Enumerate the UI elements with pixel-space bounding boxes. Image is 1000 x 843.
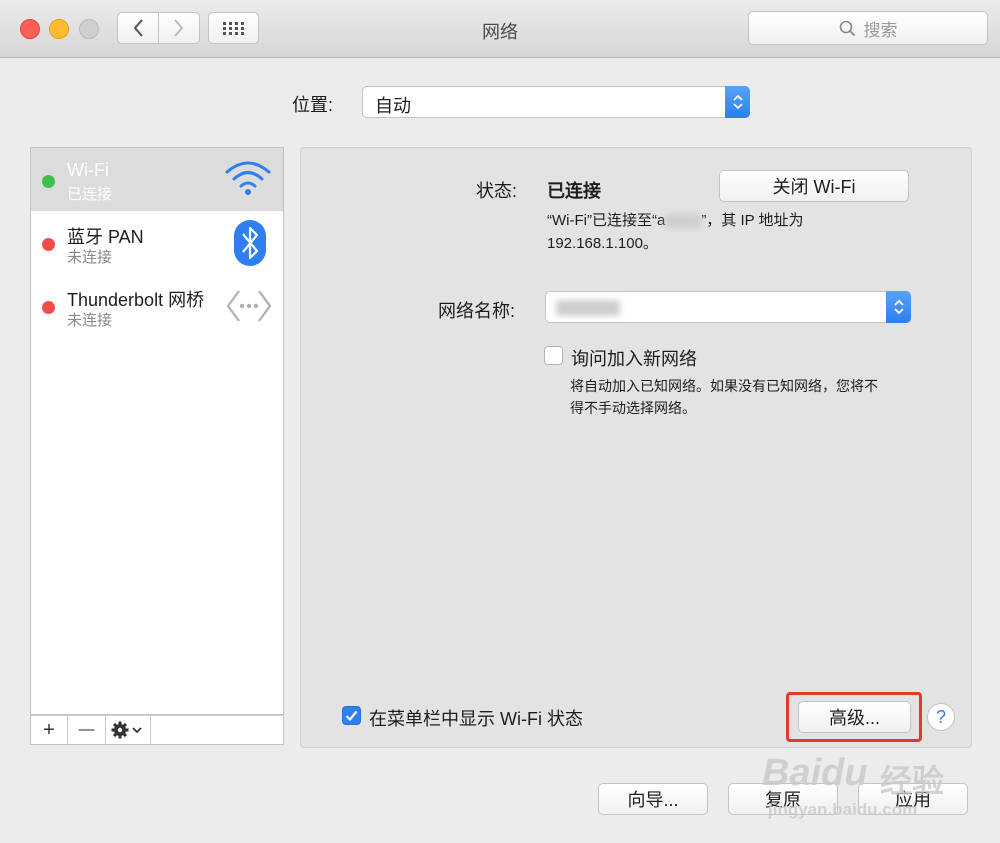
watermark-brand: Baidu — [762, 752, 868, 794]
service-list-toolbar: + — — [30, 715, 284, 745]
status-description: “Wi-Fi”已连接至“a ”，其 IP 地址为 — [547, 209, 804, 230]
service-status: 已连接 — [67, 186, 113, 203]
redacted-network-name — [665, 214, 702, 229]
remove-service-button[interactable]: — — [68, 716, 106, 744]
search-icon — [839, 20, 855, 36]
service-actions-button[interactable] — [106, 716, 151, 744]
network-name-select[interactable] — [545, 291, 911, 323]
service-item-bluetooth-pan[interactable]: 蓝牙 PAN 未连接 — [31, 211, 283, 274]
location-label: 位置: — [292, 95, 334, 115]
location-stepper[interactable] — [725, 86, 750, 118]
status-dot — [42, 175, 55, 188]
ask-join-description-line1: 将自动加入已知网络。如果没有已知网络，您将不 — [570, 378, 878, 394]
checkmark-icon — [345, 710, 358, 722]
ask-join-label: 询问加入新网络 — [571, 349, 697, 369]
watermark-suffix: 经验 — [880, 763, 945, 799]
updown-chevron-icon — [732, 94, 743, 110]
bluetooth-icon — [234, 220, 266, 266]
service-list: Wi-Fi 已连接 蓝牙 PAN 未连接 Thunderbolt 网桥 未连接 — [30, 147, 284, 715]
service-status: 未连接 — [67, 249, 113, 266]
search-field[interactable]: 搜索 — [748, 11, 988, 45]
ask-join-checkbox[interactable] — [544, 346, 563, 365]
service-item-wifi[interactable]: Wi-Fi 已连接 — [31, 148, 283, 211]
ask-join-description-line2: 得不手动选择网络。 — [570, 400, 696, 416]
search-placeholder: 搜索 — [863, 20, 898, 40]
status-dot — [42, 301, 55, 314]
location-value: 自动 — [375, 96, 411, 116]
highlight-annotation — [786, 692, 922, 742]
location-select[interactable]: 自动 — [362, 86, 750, 118]
service-item-thunderbolt-bridge[interactable]: Thunderbolt 网桥 未连接 — [31, 274, 283, 337]
assist-me-button[interactable]: 向导... — [598, 783, 708, 815]
service-status: 未连接 — [67, 312, 113, 329]
ip-address-line: 192.168.1.100。 — [547, 235, 658, 252]
help-button[interactable]: ? — [927, 703, 955, 731]
service-name: Wi-Fi — [67, 160, 109, 180]
status-value: 已连接 — [547, 181, 601, 201]
updown-chevron-icon — [893, 299, 904, 315]
thunderbolt-bridge-icon — [226, 290, 272, 322]
network-name-label: 网络名称: — [438, 301, 516, 321]
add-service-button[interactable]: + — [31, 716, 68, 744]
network-name-stepper[interactable] — [886, 291, 911, 323]
status-label: 状态: — [476, 181, 518, 201]
turn-off-wifi-button[interactable]: 关闭 Wi-Fi — [719, 170, 909, 202]
status-description-part2: ”，其 IP 地址为 — [701, 212, 804, 229]
show-in-menubar-label: 在菜单栏中显示 Wi-Fi 状态 — [369, 709, 583, 729]
gear-dropdown-icon — [111, 721, 142, 739]
show-in-menubar-checkbox[interactable] — [342, 706, 361, 725]
redacted-network-value — [556, 300, 620, 316]
watermark-url: jingyan.baidu.com — [768, 800, 918, 819]
status-description-part1: “Wi-Fi”已连接至“a — [547, 212, 666, 229]
wifi-icon — [225, 161, 271, 195]
status-dot — [42, 238, 55, 251]
